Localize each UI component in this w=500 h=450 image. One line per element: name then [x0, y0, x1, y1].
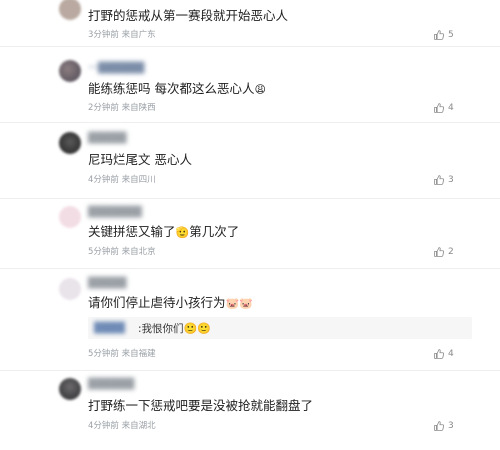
- like-button[interactable]: 4: [434, 103, 454, 113]
- comment-meta: 3分钟前 来自广东: [88, 30, 156, 40]
- comment-meta: 2分钟前 来自陕西: [88, 103, 156, 113]
- like-count: 4: [448, 349, 454, 359]
- thumbs-up-icon: [434, 30, 444, 40]
- thumbs-up-icon: [434, 247, 444, 257]
- like-button[interactable]: 2: [434, 247, 454, 257]
- comment-item: ███████ 关键拼惩又输了🫡第几次了 5分钟前 来自北京 2: [0, 198, 500, 269]
- username[interactable]: █████: [88, 134, 126, 144]
- comment-text: 尼玛烂尾文 恶心人: [88, 152, 192, 167]
- comment-text: 请你们停止虐待小孩行为🐷🐷: [88, 295, 253, 311]
- avatar[interactable]: [59, 278, 81, 300]
- emoji: 😩: [254, 83, 266, 96]
- comment-meta: 4分钟前 来自四川: [88, 175, 156, 185]
- comment-item: ██████ 打野练一下惩戒吧要是没被抢就能翻盘了 4分钟前 来自湖北 3: [0, 370, 500, 450]
- avatar[interactable]: [59, 132, 81, 154]
- like-count: 3: [448, 175, 454, 185]
- comment-text-tail: 第几次了: [189, 224, 240, 239]
- like-button[interactable]: 4: [434, 349, 454, 359]
- reply-text-main: :我恨你们: [138, 323, 184, 335]
- like-count: 4: [448, 103, 454, 113]
- comment-text: 关键拼惩又输了🫡第几次了: [88, 224, 239, 240]
- comment-text-main: 关键拼惩又输了: [88, 224, 176, 239]
- like-count: 2: [448, 247, 454, 257]
- comment-meta: 5分钟前 来自北京: [88, 247, 156, 257]
- like-button[interactable]: 5: [434, 30, 454, 40]
- like-count: 3: [448, 421, 454, 431]
- emoji: 🙂🙂: [183, 322, 211, 335]
- comment-text-main: 请你们停止虐待小孩行为: [88, 295, 226, 310]
- avatar[interactable]: [59, 60, 81, 82]
- comment-text: 打野的惩戒从第一赛段就开始恶心人: [88, 8, 289, 23]
- reply-preview[interactable]: ████ :我恨你们🙂🙂: [88, 317, 472, 339]
- comment-item: 一██████ 能练练惩吗 每次都这么恶心人😩 2分钟前 来自陕西 4: [0, 46, 500, 123]
- comment-meta: 5分钟前 来自福建: [88, 349, 156, 359]
- comment-text: 能练练惩吗 每次都这么恶心人😩: [88, 81, 266, 97]
- comment-item: 打野的惩戒从第一赛段就开始恶心人 3分钟前 来自广东 5: [0, 0, 500, 47]
- comment-item: █████ 请你们停止虐待小孩行为🐷🐷 ████ :我恨你们🙂🙂 5分钟前 来自…: [0, 268, 500, 371]
- thumbs-up-icon: [434, 103, 444, 113]
- like-button[interactable]: 3: [434, 421, 454, 431]
- emoji: 🫡: [175, 226, 190, 239]
- username[interactable]: 一██████: [88, 64, 144, 74]
- comment-meta: 4分钟前 来自湖北: [88, 421, 156, 431]
- reply-text: :我恨你们🙂🙂: [138, 321, 211, 336]
- username[interactable]: █████: [88, 279, 126, 289]
- avatar[interactable]: [59, 378, 81, 400]
- comment-text-main: 能练练惩吗 每次都这么恶心人: [88, 81, 255, 96]
- thumbs-up-icon: [434, 349, 444, 359]
- thumbs-up-icon: [434, 175, 444, 185]
- like-count: 5: [448, 30, 454, 40]
- reply-username[interactable]: ████: [94, 323, 125, 334]
- avatar[interactable]: [59, 206, 81, 228]
- avatar[interactable]: [59, 0, 81, 20]
- comment-item: █████ 尼玛烂尾文 恶心人 4分钟前 来自四川 3: [0, 122, 500, 199]
- username[interactable]: ███████: [88, 208, 142, 218]
- emoji: 🐷🐷: [225, 297, 253, 310]
- comment-text: 打野练一下惩戒吧要是没被抢就能翻盘了: [88, 398, 314, 413]
- username[interactable]: ██████: [88, 380, 134, 390]
- thumbs-up-icon: [434, 421, 444, 431]
- like-button[interactable]: 3: [434, 175, 454, 185]
